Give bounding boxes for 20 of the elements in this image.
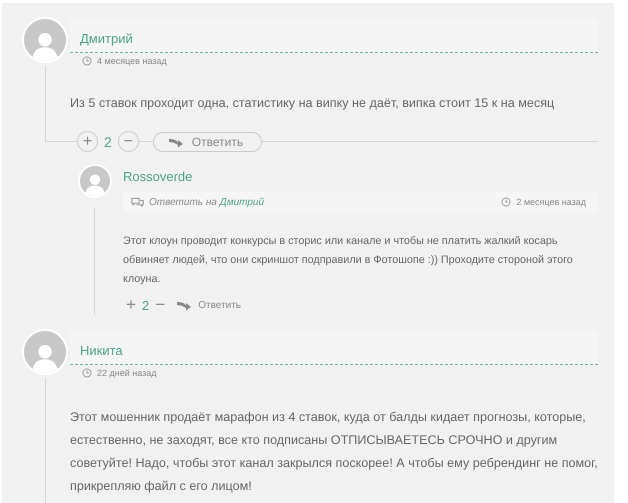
avatar	[78, 164, 112, 198]
speech-bubbles-icon	[131, 197, 144, 207]
author-name[interactable]: Rossoverde	[123, 164, 192, 184]
avatar	[22, 329, 68, 375]
reply-arrow-icon	[176, 299, 192, 311]
comment-time: 22 дней назад	[97, 368, 157, 378]
clock-icon	[501, 197, 512, 207]
comment-text: Этот клоун проводит конкурсы в сторис или канале и чтобы не платить жалкий косарь обвиняет людей, что они скриншот подправили в Фотошопе :)) Проходите стороной этого клоуна.	[123, 234, 574, 287]
comment-text: Этот мошенник продаёт марафон из 4 ставок, куда от балды кидает прогнозы, которые, естественно, не заходят, все кто подписаны ОТПИСЫВАЕТЕСЬ СРОЧНО и другим советуйте! Надо, чтобы этот канал закрылся поскорее! А чтобы ему ребрендинг не помог, прикрепляю файл с его лицом!	[70, 409, 598, 495]
reply-to-text: Ответить на Дмитрий	[149, 196, 264, 208]
avatar	[22, 17, 68, 63]
reply-button[interactable]: Ответить	[152, 132, 262, 152]
comment-text: Из 5 ставок проходит одна, статистику на випку не даёт, випка стоит 15 к на месяц	[70, 95, 556, 112]
comment-time: 4 месяцев назад	[97, 56, 167, 66]
comment-time: 2 месяцев назад	[516, 197, 586, 207]
upvote-button[interactable]: +	[77, 131, 98, 152]
clock-icon	[82, 368, 92, 378]
clock-icon	[82, 56, 92, 66]
downvote-button[interactable]: −	[118, 131, 139, 152]
reply-button[interactable]: Ответить	[176, 299, 241, 311]
